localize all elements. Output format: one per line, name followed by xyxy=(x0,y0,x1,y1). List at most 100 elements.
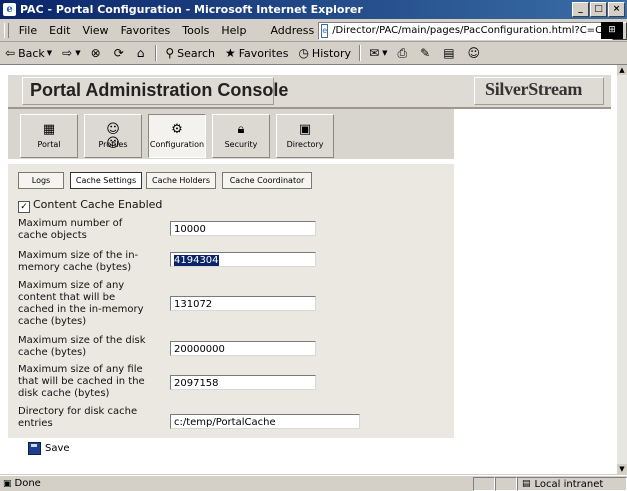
stop-button[interactable]: ⊗ xyxy=(86,46,109,60)
portal-icon: ▦ xyxy=(42,122,56,137)
field-label-memory-item-size: Maximum size of any content that will be… xyxy=(18,280,144,327)
tab-cache-coordinator[interactable]: Cache Coordinator xyxy=(222,172,312,189)
search-label: Search xyxy=(177,46,215,60)
menu-file[interactable]: File xyxy=(13,24,43,37)
status-cells: ▤ Local intranet xyxy=(473,476,627,491)
max-objects-input[interactable]: 10000 xyxy=(170,221,316,236)
save-button[interactable]: Save xyxy=(28,442,70,455)
status-text: Done xyxy=(14,478,41,489)
ie-logo-icon: e xyxy=(3,3,16,16)
mail-dropdown-icon: ▼ xyxy=(382,49,388,57)
disk-cache-size-input[interactable]: 20000000 xyxy=(170,341,316,356)
search-button[interactable]: ⚲ Search xyxy=(160,46,220,60)
menu-tools[interactable]: Tools xyxy=(176,24,215,37)
mail-button[interactable]: ✉ ▼ xyxy=(364,46,392,60)
disk-cache-directory-input[interactable]: c:/temp/PortalCache xyxy=(170,414,360,429)
nav-security-label: Security xyxy=(224,140,258,149)
refresh-button[interactable]: ⟳ xyxy=(109,46,132,60)
save-label: Save xyxy=(45,443,70,454)
nav-profiles-button[interactable]: ☺☺ Profiles xyxy=(84,114,142,158)
nav-security-button[interactable]: 🔒︎ Security xyxy=(212,114,270,158)
brand-logo: SilverStream xyxy=(485,79,583,99)
page-done-icon: ▣ xyxy=(3,478,12,489)
intranet-zone-icon: ▤ xyxy=(522,479,531,489)
maximize-button[interactable]: □ xyxy=(590,2,607,17)
memory-cache-size-input[interactable]: 4194304 xyxy=(170,252,316,267)
nav-configuration-button[interactable]: ⚙ Configuration xyxy=(148,114,206,158)
favorites-button[interactable]: ★ Favorites xyxy=(220,46,293,60)
cache-enabled-checkbox[interactable]: ✓ xyxy=(18,201,30,213)
favorites-label: Favorites xyxy=(238,46,289,60)
cache-settings-form: ✓ Content Cache Enabled Maximum number o… xyxy=(8,194,454,438)
vertical-scrollbar[interactable]: ▲ ▼ xyxy=(617,65,627,474)
forward-dropdown-icon: ▼ xyxy=(75,49,81,57)
back-arrow-icon: ⇦ xyxy=(5,46,16,60)
scroll-down-arrow-icon[interactable]: ▼ xyxy=(617,464,627,474)
tab-cache-settings[interactable]: Cache Settings xyxy=(70,172,142,189)
field-label-disk-cache-directory: Directory for disk cache entries xyxy=(18,406,138,429)
print-button[interactable]: ⎙ xyxy=(393,46,416,61)
home-icon: ⌂ xyxy=(136,46,145,60)
menu-bar: File Edit View Favorites Tools Help Addr… xyxy=(0,20,627,42)
home-button[interactable]: ⌂ xyxy=(132,46,153,60)
discuss-icon: ▤ xyxy=(443,46,455,60)
close-button[interactable]: × xyxy=(608,2,625,17)
edit-icon: ✎ xyxy=(420,46,431,60)
history-button[interactable]: ◷ History xyxy=(293,46,356,60)
zone-label: Local intranet xyxy=(534,478,604,490)
directory-icon: ▣ xyxy=(298,122,312,137)
history-label: History xyxy=(311,46,352,60)
page-icon: e xyxy=(321,23,329,38)
print-icon: ⎙ xyxy=(397,45,408,60)
scroll-up-arrow-icon[interactable]: ▲ xyxy=(617,65,627,75)
search-icon: ⚲ xyxy=(165,46,175,60)
toolbar-separator xyxy=(155,45,158,61)
security-icon: 🔒︎ xyxy=(237,122,245,137)
tab-cache-holders[interactable]: Cache Holders xyxy=(146,172,216,189)
mail-icon: ✉ xyxy=(369,46,380,60)
status-cell xyxy=(473,477,495,491)
forward-button[interactable]: ⇨ ▼ xyxy=(57,46,85,60)
menu-help[interactable]: Help xyxy=(215,24,252,37)
stop-icon: ⊗ xyxy=(90,46,101,60)
disk-item-size-input[interactable]: 2097158 xyxy=(170,375,316,390)
nav-configuration-label: Configuration xyxy=(149,140,205,149)
nav-directory-button[interactable]: ▣ Directory xyxy=(276,114,334,158)
nav-portal-button[interactable]: ▦ Portal xyxy=(20,114,78,158)
nav-profiles-label: Profiles xyxy=(98,140,128,149)
edit-button[interactable]: ✎ xyxy=(415,46,438,60)
messenger-button[interactable]: ☺ xyxy=(463,46,489,60)
toolbar-separator xyxy=(359,45,362,61)
minimize-button[interactable]: _ xyxy=(572,2,589,17)
nav-directory-label: Directory xyxy=(286,140,324,149)
console-header: Portal Administration Console SilverStre… xyxy=(8,73,611,109)
tab-logs[interactable]: Logs xyxy=(18,172,64,189)
menu-edit[interactable]: Edit xyxy=(43,24,76,37)
field-label-max-objects: Maximum number of cache objects xyxy=(18,218,123,241)
discuss-button[interactable]: ▤ xyxy=(438,46,462,60)
menu-favorites[interactable]: Favorites xyxy=(115,24,177,37)
address-label: Address xyxy=(270,24,315,37)
back-label: Back xyxy=(18,46,45,60)
window-controls: _ □ × xyxy=(572,2,625,17)
cache-enabled-label: Content Cache Enabled xyxy=(33,198,163,211)
back-button[interactable]: ⇦ Back ▼ xyxy=(0,46,57,60)
zone-cell: ▤ Local intranet xyxy=(517,477,627,491)
address-value: /Director/PAC/main/pages/PacConfiguratio… xyxy=(332,25,613,36)
address-bar[interactable]: e /Director/PAC/main/pages/PacConfigurat… xyxy=(318,21,613,40)
nav-portal-label: Portal xyxy=(37,140,61,149)
menu-view[interactable]: View xyxy=(76,24,114,37)
status-bar: ▣ Done ▤ Local intranet xyxy=(0,475,627,491)
save-disk-icon xyxy=(28,442,41,455)
field-label-memory-cache-size: Maximum size of the in- memory cache (by… xyxy=(18,250,139,273)
back-dropdown-icon: ▼ xyxy=(46,49,53,57)
favorites-icon: ★ xyxy=(224,46,236,60)
refresh-icon: ⟳ xyxy=(113,46,124,60)
windows-logo-icon: ⊞ xyxy=(601,22,623,39)
field-label-disk-item-size: Maximum size of any file that will be ca… xyxy=(18,364,145,399)
field-label-disk-cache-size: Maximum size of the disk cache (bytes) xyxy=(18,335,146,358)
history-icon: ◷ xyxy=(298,46,309,60)
console-title: Portal Administration Console xyxy=(30,80,289,100)
status-cell xyxy=(495,477,517,491)
memory-item-size-input[interactable]: 131072 xyxy=(170,296,316,311)
